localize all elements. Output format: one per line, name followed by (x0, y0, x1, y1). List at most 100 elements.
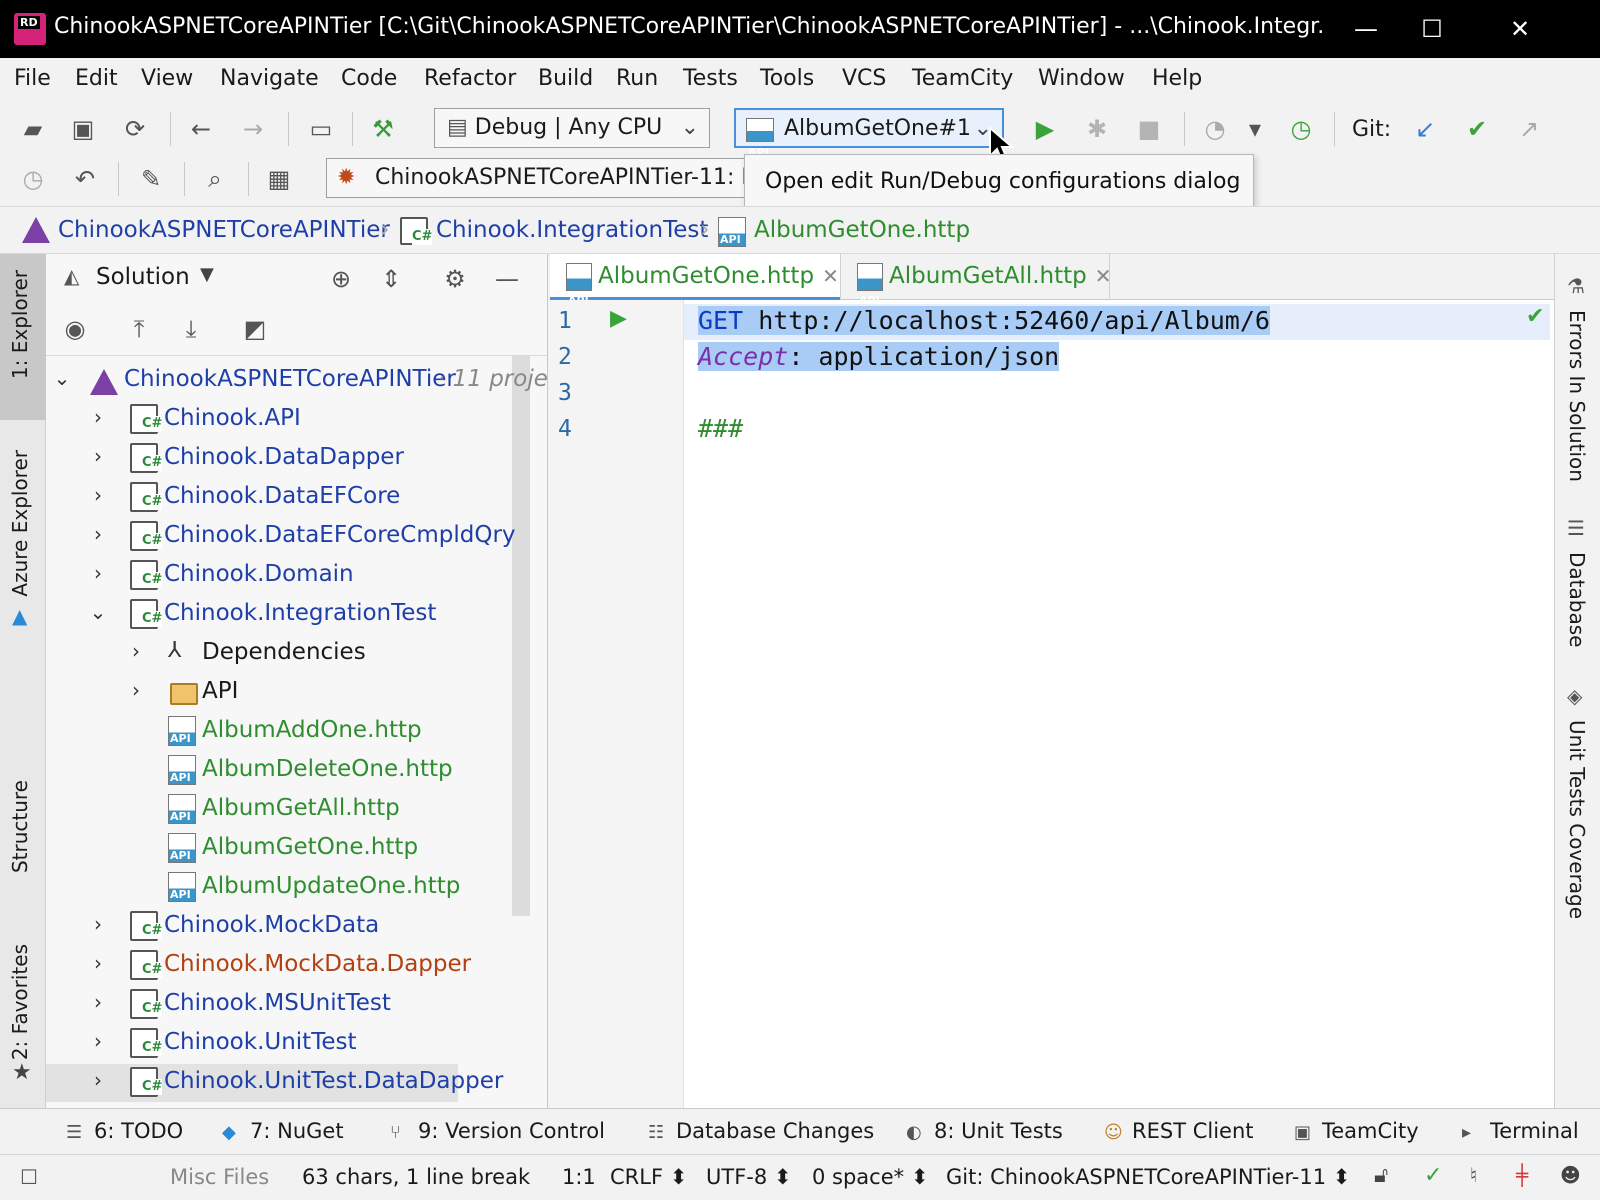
scroll-to-source-icon[interactable]: ⤓ (176, 314, 206, 344)
stop-icon[interactable]: ■ (1134, 114, 1164, 144)
tree-row-file[interactable]: AlbumDeleteOne.http (46, 752, 547, 790)
tab-albumgetone[interactable]: AlbumGetOne.http ✕ (550, 254, 840, 323)
tab-azure-explorer[interactable]: Azure Explorer (8, 450, 32, 597)
hide-panel-icon[interactable]: — (492, 264, 522, 294)
status-position[interactable]: 1:1 (562, 1165, 596, 1189)
tool-terminal[interactable]: ▸ Terminal (1462, 1119, 1579, 1143)
menu-window[interactable]: Window (1038, 66, 1125, 91)
tree-row-project[interactable]: › Chinook.DataDapper (46, 440, 547, 478)
tree-row-project[interactable]: › Chinook.DataEFCore (46, 479, 547, 517)
attach-icon[interactable]: ◔ (1200, 114, 1230, 144)
menu-tools[interactable]: Tools (760, 66, 814, 91)
maximize-button[interactable]: ☐ (1412, 10, 1452, 48)
git-commit-icon[interactable]: ✔ (1462, 114, 1492, 144)
tool-unit-tests[interactable]: ◐ 8: Unit Tests (906, 1119, 1063, 1143)
run-icon[interactable]: ▶ (1030, 114, 1060, 144)
chevron-right-icon[interactable]: › (88, 912, 108, 936)
tool-nuget[interactable]: ◆ 7: NuGet (222, 1119, 344, 1143)
check-circle-icon[interactable]: ✓ (1424, 1163, 1442, 1188)
menu-teamcity[interactable]: TeamCity (912, 66, 1013, 91)
tree-row-file[interactable]: AlbumUpdateOne.http (46, 869, 547, 907)
tree-row-file[interactable]: AlbumAddOne.http (46, 713, 547, 751)
tool-rest-client[interactable]: ☺ REST Client (1104, 1119, 1254, 1143)
chevron-right-icon[interactable]: › (88, 1068, 108, 1092)
close-icon[interactable]: ✕ (822, 264, 839, 288)
menu-code[interactable]: Code (341, 66, 397, 91)
tree-row-solution[interactable]: ⌄ ChinookASPNETCoreAPINTier · 11 proje (46, 362, 547, 400)
merge-icon[interactable]: ╪ (1516, 1163, 1528, 1187)
tab-database[interactable]: Database (1565, 552, 1589, 647)
menu-file[interactable]: File (14, 66, 51, 91)
minimize-button[interactable]: — (1346, 10, 1386, 48)
preview-icon[interactable]: ◩ (240, 314, 270, 344)
tool-version-control[interactable]: ⑂ 9: Version Control (390, 1119, 605, 1143)
undo-icon[interactable]: ↶ (70, 164, 100, 194)
tab-errors-in-solution[interactable]: Errors In Solution (1565, 310, 1589, 482)
tree-row-file[interactable]: AlbumGetOne.http (46, 830, 547, 868)
menu-build[interactable]: Build (538, 66, 593, 91)
code-editor[interactable]: 1 2 3 4 ▶ GET http://localhost:52460/api… (550, 300, 1554, 1108)
run-config-combo[interactable]: AlbumGetOne#1 ⌄ (734, 108, 1004, 172)
chevron-right-icon[interactable]: › (88, 405, 108, 429)
menu-run[interactable]: Run (616, 66, 658, 91)
tree-row-project[interactable]: ⌄ Chinook.IntegrationTest (46, 596, 547, 634)
chevron-down-icon[interactable]: ⌄ (88, 600, 108, 624)
run-request-icon[interactable]: ▶ (610, 306, 627, 331)
menu-navigate[interactable]: Navigate (220, 66, 319, 91)
debug-icon[interactable]: ✱ (1082, 114, 1112, 144)
tasks-icon[interactable]: ▦ (264, 164, 294, 194)
wrench-icon[interactable]: ✎ (136, 164, 166, 194)
tool-database-changes[interactable]: ☷ Database Changes (648, 1119, 874, 1143)
collapse-all-icon[interactable]: ⇕ (376, 264, 406, 294)
tree-row-project[interactable]: › Chinook.UnitTest (46, 1025, 547, 1063)
menu-edit[interactable]: Edit (75, 66, 118, 91)
chevron-right-icon[interactable]: › (88, 561, 108, 585)
tab-favorites[interactable]: 2: Favorites (8, 944, 32, 1060)
show-files-icon[interactable]: ◉ (60, 314, 90, 344)
chevron-down-icon[interactable]: ⌄ (52, 366, 72, 390)
status-git-branch[interactable]: Git: ChinookASPNETCoreAPINTier-11 ⬍ (946, 1165, 1350, 1189)
status-encoding[interactable]: UTF-8 ⬍ (706, 1165, 792, 1189)
tree-row-project[interactable]: › Chinook.Domain (46, 557, 547, 595)
tab-structure[interactable]: Structure (8, 780, 32, 873)
git-update-icon[interactable]: ↙ (1410, 114, 1440, 144)
tree-row-file[interactable]: AlbumGetAll.http (46, 791, 547, 829)
tree-row-project[interactable]: › Chinook.MockData.Dapper (46, 947, 547, 985)
open-folder-icon[interactable]: ▰ (18, 114, 48, 144)
back-icon[interactable]: ← (186, 114, 216, 144)
tab-explorer[interactable]: 1: Explorer (8, 270, 32, 379)
screen-icon[interactable]: ▭ (306, 114, 336, 144)
process-combo[interactable]: ✹ ChinookASPNETCoreAPINTier-11: I (326, 158, 746, 198)
forward-icon[interactable]: → (238, 114, 268, 144)
chevron-right-icon[interactable]: › (88, 1029, 108, 1053)
history-icon[interactable]: ◷ (18, 164, 48, 194)
status-line-ending[interactable]: CRLF ⬍ (610, 1165, 687, 1189)
menu-tests[interactable]: Tests (683, 66, 738, 91)
build-hammer-icon[interactable]: ⚒ (368, 114, 398, 144)
menu-refactor[interactable]: Refactor (424, 66, 516, 91)
toggle-tool-windows-icon[interactable]: ☐ (20, 1165, 38, 1189)
breadcrumb-project[interactable]: Chinook.IntegrationTest (436, 217, 708, 243)
code-analysis-icon[interactable]: ♮ (1470, 1163, 1477, 1187)
notifications-icon[interactable]: ☻ (1560, 1163, 1581, 1187)
git-push-icon[interactable]: ↗ (1514, 114, 1544, 144)
lock-icon[interactable]: 🔓︎ (1374, 1163, 1388, 1188)
tab-unit-tests-coverage[interactable]: Unit Tests Coverage (1565, 720, 1589, 919)
tab-albumgetall[interactable]: AlbumGetAll.http ✕ (840, 254, 1112, 323)
menu-help[interactable]: Help (1152, 66, 1202, 91)
build-config-combo[interactable]: ▤ Debug | Any CPU ⌄ (434, 108, 710, 148)
menu-view[interactable]: View (141, 66, 193, 91)
tree-row-project[interactable]: › Chinook.API (46, 401, 547, 439)
breadcrumb-solution[interactable]: ChinookASPNETCoreAPINTier (58, 217, 390, 243)
close-button[interactable]: ✕ (1500, 10, 1540, 48)
chevron-right-icon[interactable]: › (88, 522, 108, 546)
profile-icon[interactable]: ◷ (1286, 114, 1316, 144)
tree-row-project[interactable]: › Chinook.DataEFCoreCmpldQry (46, 518, 547, 556)
explorer-title[interactable]: Solution (96, 264, 190, 290)
chevron-down-icon[interactable]: ▾ (1240, 114, 1270, 144)
status-indent[interactable]: 0 space* ⬍ (812, 1165, 928, 1189)
chevron-right-icon[interactable]: › (88, 990, 108, 1014)
breadcrumb-file[interactable]: AlbumGetOne.http (754, 217, 970, 243)
chevron-right-icon[interactable]: › (88, 444, 108, 468)
tree-row-dependencies[interactable]: › ⅄ Dependencies (46, 635, 547, 673)
